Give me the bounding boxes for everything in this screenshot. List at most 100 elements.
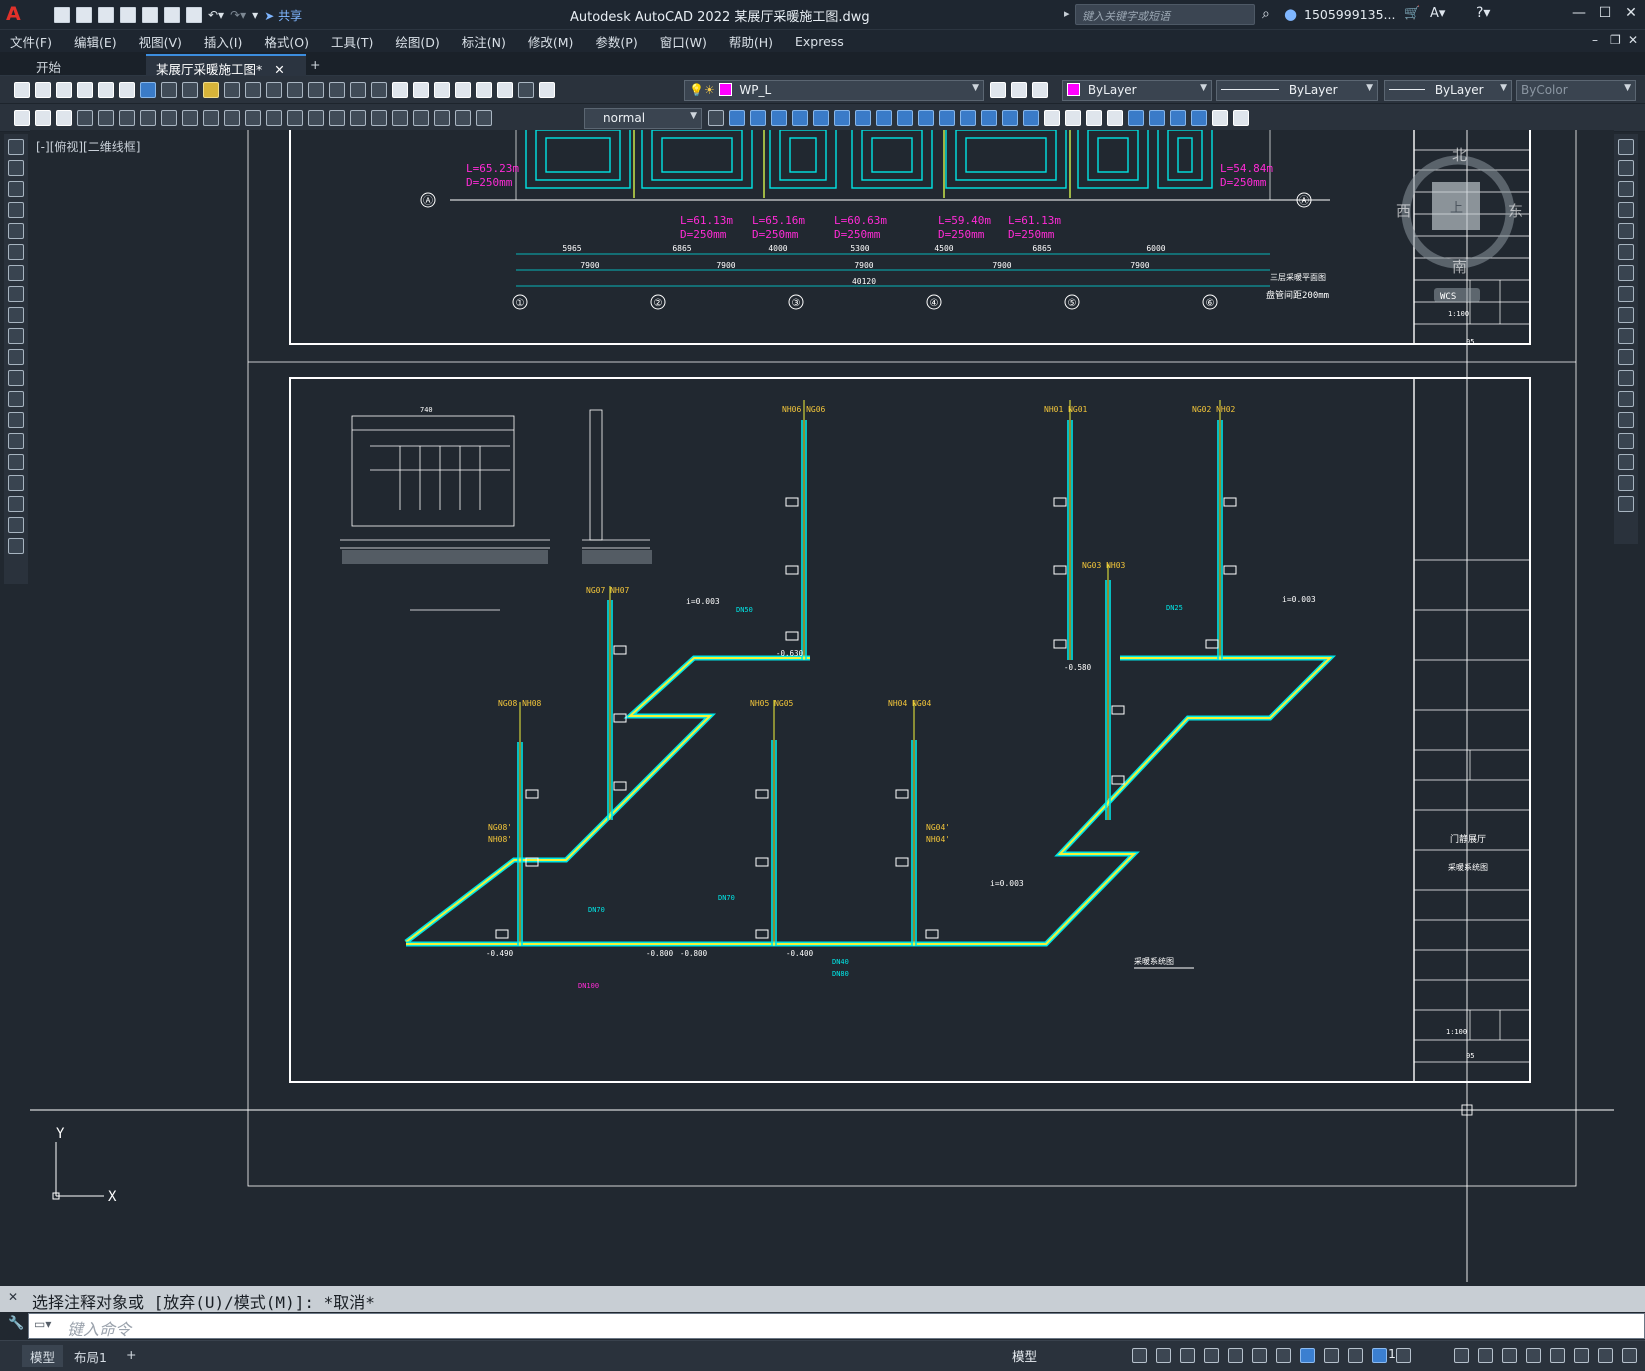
array-icon[interactable] [813, 110, 829, 126]
doc-minimize-button[interactable]: – [1592, 33, 1598, 47]
open-icon[interactable] [35, 82, 51, 98]
jogged-icon[interactable] [182, 110, 198, 126]
layer-previous-icon[interactable] [1011, 82, 1027, 98]
offset-icon[interactable] [792, 110, 808, 126]
snap-icon[interactable] [1156, 1348, 1171, 1363]
menu-edit[interactable]: 编辑(E) [74, 32, 117, 51]
clean-screen-icon[interactable] [1598, 1348, 1613, 1363]
ellipse-icon[interactable] [8, 328, 24, 344]
explode-side-icon[interactable] [1618, 496, 1634, 512]
polyline-icon[interactable] [8, 181, 24, 197]
radius-icon[interactable] [161, 110, 177, 126]
tab-start[interactable]: 开始 [26, 54, 71, 76]
preview-icon[interactable] [98, 82, 114, 98]
quick-dim-icon[interactable] [245, 110, 261, 126]
menu-express[interactable]: Express [795, 34, 844, 49]
dwf-icon[interactable] [140, 82, 156, 98]
add-selected-icon[interactable] [8, 538, 24, 554]
plotstyle-dropdown[interactable]: ByColor ▼ [1516, 80, 1636, 101]
minimize-button[interactable]: — [1570, 5, 1588, 23]
menu-view[interactable]: 视图(V) [139, 32, 182, 51]
chamfer-side-icon[interactable] [1618, 433, 1634, 449]
model-space-toggle[interactable]: 模型 [1012, 1346, 1037, 1365]
tab-layout1[interactable]: 布局1 [66, 1345, 115, 1367]
tab-model[interactable]: 模型 [22, 1345, 64, 1367]
dim-space-icon[interactable] [308, 110, 324, 126]
new-tab-button[interactable]: + [300, 54, 330, 76]
add-layout-button[interactable]: + [118, 1345, 144, 1367]
layer-properties-icon[interactable] [539, 82, 555, 98]
layer-dropdown[interactable]: 💡☀ WP_L ▼ [684, 80, 984, 101]
make-block-icon[interactable] [8, 391, 24, 407]
sheet-set-icon[interactable] [455, 82, 471, 98]
design-center-icon[interactable] [413, 82, 429, 98]
autocad-logo-icon[interactable]: A [6, 3, 28, 25]
export-icon[interactable] [164, 7, 180, 23]
user-name[interactable]: 1505999135... [1304, 7, 1395, 22]
close-window-button[interactable]: ✕ [1622, 5, 1640, 23]
move-side-icon[interactable] [1618, 244, 1634, 260]
rotate-icon[interactable] [855, 110, 871, 126]
paste-icon[interactable] [203, 82, 219, 98]
copy-icon[interactable] [182, 82, 198, 98]
stretch-icon[interactable] [897, 110, 913, 126]
object-tracking-icon[interactable] [1276, 1348, 1291, 1363]
maximize-button[interactable]: ☐ [1596, 5, 1614, 23]
isolate-objects-icon[interactable] [1574, 1348, 1589, 1363]
rectangle-icon[interactable] [8, 223, 24, 239]
autodesk-app-icon[interactable]: A▾ [1430, 6, 1445, 21]
command-settings-icon[interactable]: 🔧 [8, 1316, 24, 1331]
viewcube-west[interactable]: 西 [1396, 202, 1411, 220]
inspection-icon[interactable] [392, 110, 408, 126]
grid-icon[interactable] [1132, 1348, 1147, 1363]
move-icon[interactable] [834, 110, 850, 126]
dim-break-icon[interactable] [329, 110, 345, 126]
extend-icon[interactable] [939, 110, 955, 126]
send-back-icon[interactable] [1107, 110, 1123, 126]
menu-format[interactable]: 格式(O) [264, 32, 309, 51]
circle-icon[interactable] [8, 265, 24, 281]
workspace-gear-icon[interactable] [1454, 1348, 1469, 1363]
gradient-icon[interactable] [8, 454, 24, 470]
plot-icon[interactable] [77, 82, 93, 98]
save-as-icon[interactable] [120, 7, 136, 23]
dimstyle-icon[interactable] [708, 110, 724, 126]
layer-states-icon[interactable] [1032, 82, 1048, 98]
angular-icon[interactable] [224, 110, 240, 126]
menu-tools[interactable]: 工具(T) [331, 32, 373, 51]
menu-insert[interactable]: 插入(I) [204, 32, 242, 51]
viewport-controls[interactable]: [-][俯视][二维线框] [36, 138, 140, 155]
tab-close-icon[interactable]: ✕ [274, 62, 284, 77]
chamfer-icon[interactable] [1002, 110, 1018, 126]
mirror-icon[interactable] [771, 110, 787, 126]
customize-qat-icon[interactable]: ▾ [252, 8, 258, 22]
viewcube-south[interactable]: 南 [1452, 258, 1467, 276]
erase-side-icon[interactable] [1618, 139, 1634, 155]
menu-parametric[interactable]: 参数(P) [595, 32, 637, 51]
search-expand-icon[interactable]: ▸ [1064, 7, 1070, 20]
linetype-dropdown[interactable]: ByLayer ▼ [1216, 80, 1378, 101]
join-side-icon[interactable] [1618, 412, 1634, 428]
infer-icon[interactable] [1180, 1348, 1195, 1363]
rotate-side-icon[interactable] [1618, 265, 1634, 281]
viewcube-east[interactable]: 东 [1508, 202, 1523, 220]
undo-tool-icon[interactable] [266, 82, 282, 98]
brush-icon[interactable] [245, 82, 261, 98]
scale-side-icon[interactable] [1618, 286, 1634, 302]
table-icon[interactable] [8, 496, 24, 512]
center-mark-icon[interactable] [371, 110, 387, 126]
hatch-icon[interactable] [8, 433, 24, 449]
text-style-dropdown[interactable]: normal ▼ [584, 108, 702, 129]
help-tool-icon[interactable] [518, 82, 534, 98]
revcloud-icon[interactable] [8, 286, 24, 302]
zoom-window-icon[interactable] [350, 82, 366, 98]
zoom-realtime-icon[interactable] [329, 82, 345, 98]
annotation-monitor-icon[interactable] [1478, 1348, 1493, 1363]
group-select-icon[interactable] [1191, 110, 1207, 126]
linear-dim-icon[interactable] [77, 110, 93, 126]
blend-side-icon[interactable] [1618, 475, 1634, 491]
lineweight-dropdown[interactable]: ByLayer ▼ [1384, 80, 1512, 101]
publish-icon[interactable] [142, 7, 158, 23]
erase-icon[interactable] [729, 110, 745, 126]
undo-icon[interactable]: ↶▾ [208, 8, 224, 22]
